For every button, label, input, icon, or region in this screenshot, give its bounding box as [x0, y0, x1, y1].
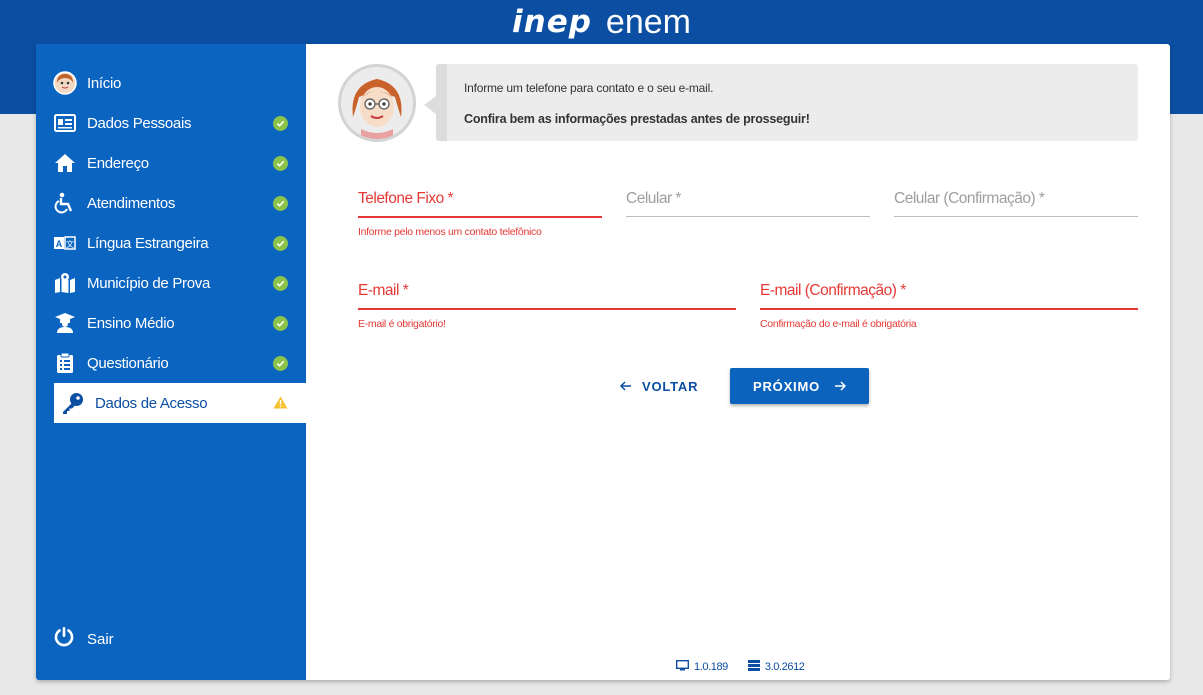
check-icon [273, 315, 288, 331]
client-version: 1.0.189 [675, 659, 728, 674]
check-icon [273, 355, 288, 371]
celular-confirmacao-underline [894, 216, 1138, 217]
graduate-icon [53, 311, 77, 335]
client-version-text: 1.0.189 [694, 661, 728, 673]
sidebar-item-label: Questionário [87, 354, 169, 372]
sidebar-item-label: Início [87, 74, 122, 92]
celular-confirmacao-label: Celular (Confirmação) * [894, 190, 1045, 207]
check-icon [273, 195, 288, 211]
telefone-fixo-underline [358, 216, 602, 218]
check-icon [273, 235, 288, 251]
translate-icon: A文 [53, 231, 77, 255]
sidebar-item-questionario[interactable]: Questionário [36, 343, 306, 383]
check-icon [273, 155, 288, 171]
version-info: 1.0.189 3.0.2612 [675, 659, 805, 674]
email-confirmacao-label: E-mail (Confirmação) * [760, 282, 906, 299]
monitor-icon [675, 659, 690, 674]
telefone-fixo-error: Informe pelo menos um contato telefônico [358, 226, 542, 238]
server-version: 3.0.2612 [747, 660, 805, 674]
sidebar-item-dados-de-acesso[interactable]: Dados de Acesso [54, 383, 306, 423]
id-card-icon [53, 111, 77, 135]
sidebar-item-endereco[interactable]: Endereço [36, 143, 306, 183]
sidebar-item-label: Dados de Acesso [95, 394, 208, 412]
email-confirmacao-underline [760, 308, 1138, 310]
email-underline [358, 308, 736, 310]
email-label: E-mail * [358, 282, 409, 299]
logo-enem: enem [605, 2, 691, 41]
arrow-right-icon [834, 379, 847, 394]
next-label: PRÓXIMO [753, 378, 820, 394]
assistant-avatar [338, 64, 416, 142]
sidebar-item-label: Ensino Médio [87, 314, 175, 332]
instruction-bubble: Informe um telefone para contato e o seu… [424, 64, 1138, 141]
sidebar-item-label: Atendimentos [87, 194, 176, 212]
logout-button[interactable]: Sair [36, 622, 306, 656]
back-button[interactable]: VOLTAR [619, 376, 699, 396]
sidebar: Início Dados Pessoais Endereço Atendimen… [36, 44, 306, 680]
inep-enem-logo: inep enem [0, 2, 1203, 42]
sidebar-item-label: Dados Pessoais [87, 114, 192, 132]
avatar-icon [53, 71, 77, 95]
sidebar-item-label: Endereço [87, 154, 149, 172]
arrow-left-icon [619, 379, 632, 394]
server-version-text: 3.0.2612 [764, 661, 805, 673]
instruction-line-2: Confira bem as informações prestadas ant… [464, 112, 810, 126]
email-confirmacao-error: Confirmação do e-mail é obrigatória [760, 318, 917, 330]
warning-icon [273, 396, 288, 413]
clipboard-icon [53, 351, 77, 375]
sidebar-item-label: Município de Prova [87, 274, 211, 292]
svg-text:文: 文 [66, 239, 74, 249]
sidebar-item-label: Língua Estrangeira [87, 234, 209, 252]
sidebar-item-atendimentos[interactable]: Atendimentos [36, 183, 306, 223]
main-card: Início Dados Pessoais Endereço Atendimen… [36, 44, 1170, 680]
telefone-fixo-label: Telefone Fixo * [358, 190, 454, 207]
key-icon [61, 391, 85, 415]
wheelchair-icon [53, 191, 77, 215]
logout-label: Sair [87, 630, 114, 648]
sidebar-item-dados-pessoais[interactable]: Dados Pessoais [36, 103, 306, 143]
celular-label: Celular * [626, 190, 681, 207]
sidebar-item-ensino-medio[interactable]: Ensino Médio [36, 303, 306, 343]
svg-text:A: A [56, 239, 63, 249]
sidebar-item-municipio-de-prova[interactable]: Município de Prova [36, 263, 306, 303]
instruction-line-1: Informe um telefone para contato e o seu… [464, 81, 714, 95]
map-icon [53, 271, 77, 295]
celular-underline [626, 216, 870, 217]
home-icon [53, 151, 77, 175]
check-icon [273, 275, 288, 291]
logo-inep: inep [512, 4, 592, 40]
power-icon [53, 626, 75, 652]
back-label: VOLTAR [642, 378, 699, 394]
server-icon [747, 660, 760, 674]
sidebar-item-inicio[interactable]: Início [36, 63, 306, 103]
sidebar-item-lingua-estrangeira[interactable]: A文 Língua Estrangeira [36, 223, 306, 263]
check-icon [273, 115, 288, 131]
email-error: E-mail é obrigatório! [358, 318, 446, 330]
next-button[interactable]: PRÓXIMO [730, 368, 869, 404]
